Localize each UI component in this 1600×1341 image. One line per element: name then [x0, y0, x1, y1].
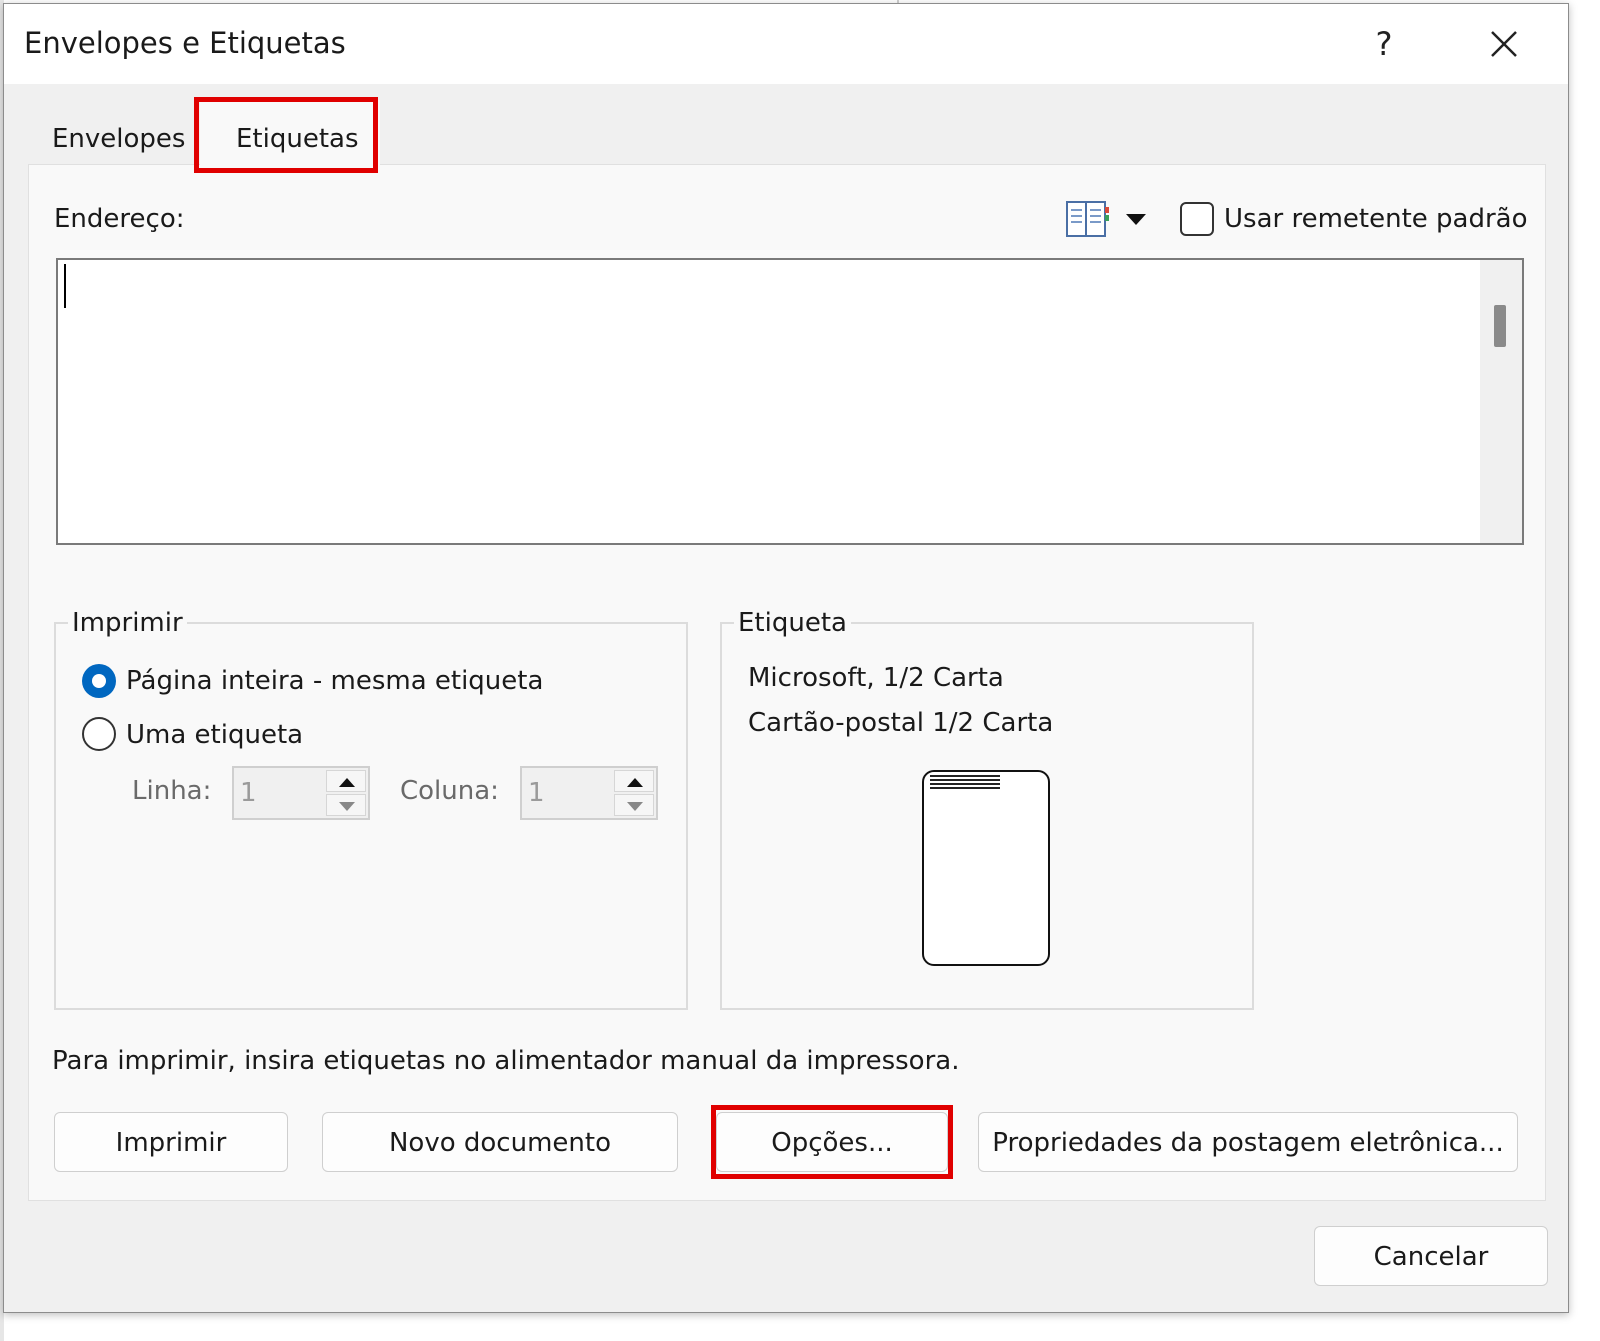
column-label: Coluna:	[400, 776, 499, 806]
arrow-down-icon	[627, 802, 643, 811]
full-page-radio-label: Página inteira - mesma etiqueta	[126, 666, 544, 696]
help-button[interactable]: ?	[1354, 14, 1414, 74]
row-decrement-button[interactable]	[326, 794, 366, 816]
full-page-radio[interactable]	[82, 664, 116, 698]
address-book-icon	[1066, 201, 1109, 237]
label-product: Cartão-postal 1/2 Carta	[748, 708, 1054, 738]
label-preview-line	[930, 779, 1000, 781]
label-preview-line	[930, 783, 1000, 785]
print-hint: Para imprimir, insira etiquetas no alime…	[52, 1046, 960, 1076]
label-vendor: Microsoft, 1/2 Carta	[748, 663, 1004, 693]
row-increment-button[interactable]	[326, 770, 366, 792]
close-icon	[1491, 31, 1517, 57]
address-scrollbar[interactable]	[1480, 260, 1522, 543]
use-default-sender-checkbox[interactable]	[1180, 202, 1214, 236]
print-group-title: Imprimir	[68, 608, 187, 638]
use-default-sender-label: Usar remetente padrão	[1224, 204, 1528, 234]
dialog-title: Envelopes e Etiquetas	[24, 26, 346, 60]
new-document-button[interactable]: Novo documento	[322, 1112, 678, 1172]
arrow-down-icon	[339, 802, 355, 811]
arrow-up-icon	[627, 778, 643, 787]
column-value: 1	[528, 778, 545, 808]
close-button[interactable]	[1474, 14, 1534, 74]
tab-envelopes[interactable]: Envelopes	[52, 124, 185, 154]
label-preview-line	[930, 775, 1000, 777]
scroll-thumb[interactable]	[1494, 305, 1506, 347]
address-book-dropdown[interactable]	[1124, 210, 1148, 230]
title-bar: Envelopes e Etiquetas ?	[4, 4, 1568, 84]
envelopes-labels-dialog: Envelopes e Etiquetas ? Envelopes Etique…	[3, 3, 1569, 1313]
arrow-up-icon	[339, 778, 355, 787]
row-label: Linha:	[132, 776, 212, 806]
tab-etiquetas[interactable]: Etiquetas	[200, 100, 380, 174]
epostage-properties-button[interactable]: Propriedades da postagem eletrônica...	[978, 1112, 1518, 1172]
chevron-down-icon	[1126, 214, 1146, 225]
column-decrement-button[interactable]	[614, 794, 654, 816]
options-button[interactable]: Opções...	[716, 1112, 948, 1172]
address-book-button[interactable]	[1064, 199, 1112, 239]
row-value: 1	[240, 778, 257, 808]
single-label-radio[interactable]	[82, 717, 116, 751]
column-stepper[interactable]: 1	[520, 766, 658, 820]
column-stepper-buttons	[614, 770, 654, 816]
text-caret	[64, 264, 66, 308]
label-group-title: Etiqueta	[734, 608, 851, 638]
address-textarea[interactable]	[56, 258, 1524, 545]
cancel-button[interactable]: Cancelar	[1314, 1226, 1548, 1286]
row-stepper-buttons	[326, 770, 366, 816]
column-increment-button[interactable]	[614, 770, 654, 792]
address-label: Endereço:	[54, 204, 185, 234]
tab-etiquetas-label: Etiquetas	[236, 124, 359, 154]
tab-envelopes-label: Envelopes	[52, 124, 186, 154]
label-preview-image	[922, 770, 1050, 966]
label-preview-line	[930, 787, 1000, 789]
single-label-radio-label: Uma etiqueta	[126, 720, 304, 750]
print-button[interactable]: Imprimir	[54, 1112, 288, 1172]
row-stepper[interactable]: 1	[232, 766, 370, 820]
